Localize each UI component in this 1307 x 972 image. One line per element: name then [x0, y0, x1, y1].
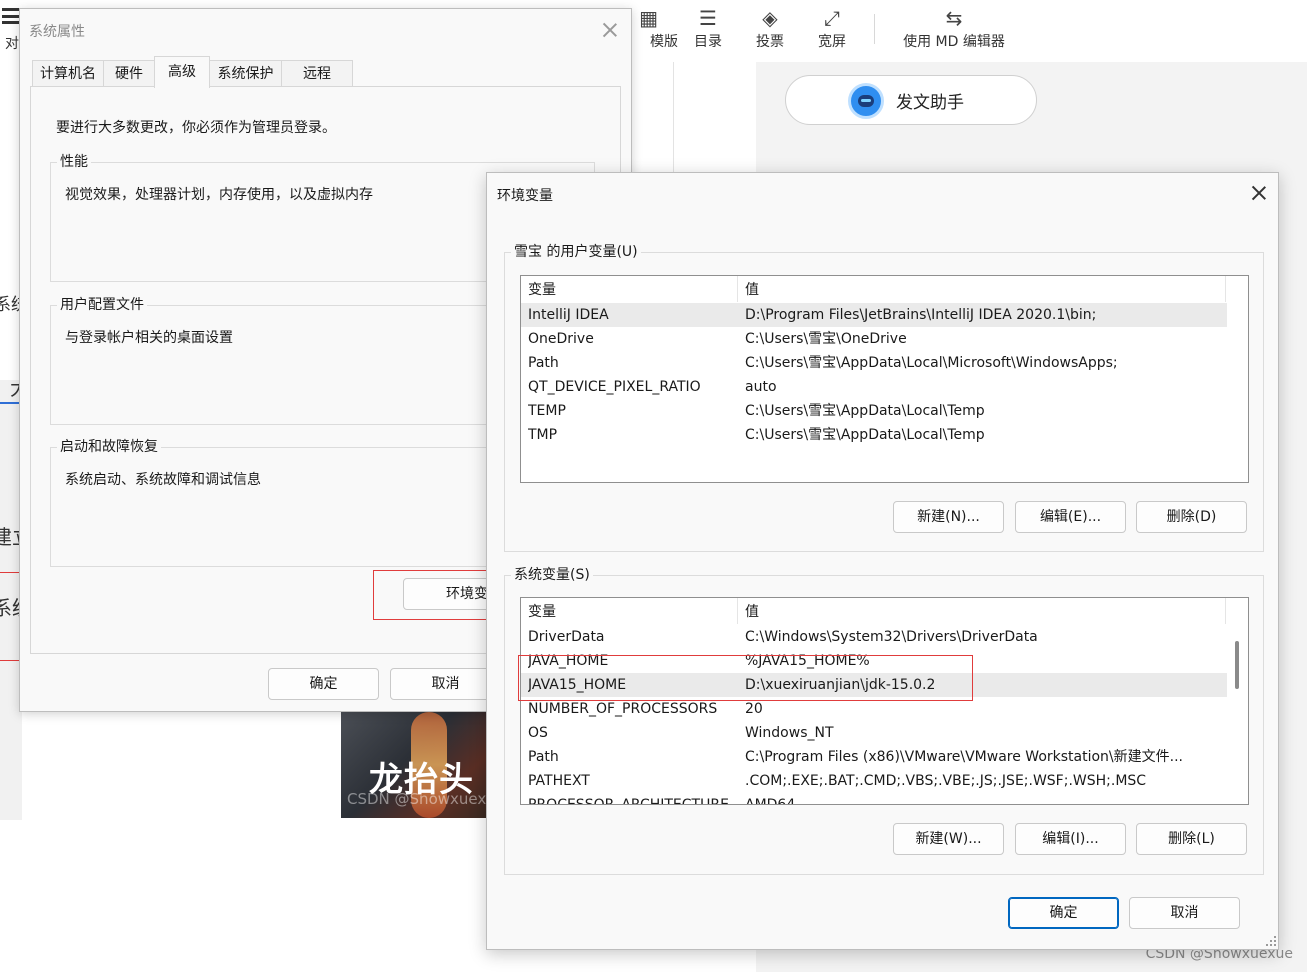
variable-name: TMP [528, 427, 558, 443]
environment-variables-window: 环境变量 雪宝 的用户变量(U) 变量 值 IntelliJ IDEA D:\Pr… [486, 172, 1279, 950]
user-edit-button[interactable]: 编辑(E)... [1015, 501, 1126, 533]
switch-editor-button[interactable]: ⇆ 使用 MD 编辑器 [896, 4, 1012, 58]
widescreen-icon: ⤢ [824, 6, 840, 30]
variable-row[interactable]: PATHEXT .COM;.EXE;.BAT;.CMD;.VBS;.VBE;.JS… [521, 769, 1227, 793]
system-delete-button[interactable]: 删除(L) [1136, 823, 1247, 855]
toolbar-separator [874, 14, 875, 44]
variable-value: C:\Program Files (x86)\VMware\VMware Wor… [745, 749, 1183, 765]
variable-row[interactable]: OS Windows_NT [521, 721, 1227, 745]
variable-name: IntelliJ IDEA [528, 307, 609, 323]
variable-name: DriverData [528, 629, 605, 645]
assistant-label: 发文助手 [896, 93, 964, 113]
variable-value: C:\Windows\System32\Drivers\DriverData [745, 629, 1038, 645]
variable-name: OneDrive [528, 331, 594, 347]
tab-advanced[interactable]: 高级 [154, 56, 210, 88]
variable-name: Path [528, 749, 559, 765]
window-title: 系统属性 [29, 24, 85, 40]
close-icon[interactable] [600, 20, 620, 40]
variable-row[interactable]: TMP C:\Users\雪宝\AppData\Local\Temp [521, 423, 1227, 447]
tab-remote[interactable]: 远程 [281, 60, 353, 87]
variable-name: Path [528, 355, 559, 371]
cancel-button[interactable]: 取消 [1129, 897, 1240, 929]
tab-system-protection[interactable]: 系统保护 [209, 60, 282, 87]
group-description: 与登录帐户相关的桌面设置 [65, 330, 233, 346]
variable-row[interactable]: IntelliJ IDEA D:\Program Files\JetBrains\… [521, 303, 1227, 327]
group-title: 用户配置文件 [57, 296, 147, 314]
user-variables-list[interactable]: 变量 值 IntelliJ IDEA D:\Program Files\JetBr… [520, 275, 1249, 483]
column-header-name[interactable]: 变量 [521, 276, 738, 302]
system-variables-list[interactable]: 变量 值 DriverData C:\Windows\System32\Drive… [520, 597, 1249, 805]
toolbar-label: 使用 MD 编辑器 [903, 34, 1005, 50]
switch-editor-icon: ⇆ [945, 6, 963, 30]
left-blue-line [0, 402, 20, 404]
variable-row[interactable]: TEMP C:\Users\雪宝\AppData\Local\Temp [521, 399, 1227, 423]
vote-icon: ◈ [762, 6, 778, 30]
toolbar-label: 目录 [694, 34, 722, 50]
tab-computer-name[interactable]: 计算机名 [32, 60, 104, 87]
group-title: 雪宝 的用户变量(U) [511, 243, 641, 261]
variable-value: .COM;.EXE;.BAT;.CMD;.VBS;.VBE;.JS;.JSE;.… [745, 773, 1147, 789]
window-title: 环境变量 [497, 188, 553, 204]
widescreen-button[interactable]: ⤢ 宽屏 [802, 4, 862, 58]
variable-row[interactable]: PROCESSOR_ARCHITECTURE AMD64 [521, 793, 1227, 805]
toolbar-label: 投票 [756, 34, 784, 50]
system-edit-button[interactable]: 编辑(I)... [1015, 823, 1126, 855]
system-new-button[interactable]: 新建(W)... [893, 823, 1004, 855]
outline-icon: ☰ [699, 6, 717, 30]
column-header-value[interactable]: 值 [738, 276, 1226, 302]
variable-value: C:\Users\雪宝\AppData\Local\Temp [745, 427, 985, 443]
variable-name: TEMP [528, 403, 566, 419]
assistant-avatar-icon [848, 83, 884, 119]
group-description: 视觉效果，处理器计划，内存使用，以及虚拟内存 [65, 187, 373, 203]
list-header: 变量 值 [521, 276, 1248, 302]
variable-value: AMD64 [745, 797, 796, 805]
variable-name: OS [528, 725, 548, 741]
variable-value: D:\Program Files\JetBrains\IntelliJ IDEA… [745, 307, 1097, 323]
variable-name: PATHEXT [528, 773, 590, 789]
variable-row[interactable]: QT_DEVICE_PIXEL_RATIO auto [521, 375, 1227, 399]
group-description: 系统启动、系统故障和调试信息 [65, 472, 261, 488]
ok-button[interactable]: 确定 [268, 668, 379, 700]
variable-value: Windows_NT [745, 725, 834, 741]
vote-button[interactable]: ◈ 投票 [740, 4, 800, 58]
red-highlight-box [518, 655, 973, 701]
resize-grip-icon[interactable] [1265, 935, 1277, 947]
user-new-button[interactable]: 新建(N)... [893, 501, 1004, 533]
tab-hardware[interactable]: 硬件 [103, 60, 155, 87]
editor-divider [673, 62, 674, 174]
variable-row[interactable]: Path C:\Program Files (x86)\VMware\VMware… [521, 745, 1227, 769]
variable-name: PROCESSOR_ARCHITECTURE [528, 797, 729, 805]
group-title: 启动和故障恢复 [57, 438, 161, 456]
variable-value: C:\Users\雪宝\AppData\Local\Microsoft\Wind… [745, 355, 1118, 371]
cover-watermark: CSDN @Snowxuexue [347, 790, 487, 808]
outline-button[interactable]: ☰ 目录 [678, 4, 738, 58]
user-delete-button[interactable]: 删除(D) [1136, 501, 1247, 533]
cancel-button[interactable]: 取消 [390, 668, 501, 700]
variable-row[interactable]: Path C:\Users\雪宝\AppData\Local\Microsoft\… [521, 351, 1227, 375]
column-header-value[interactable]: 值 [738, 598, 1226, 624]
variable-row[interactable]: OneDrive C:\Users\雪宝\OneDrive [521, 327, 1227, 351]
article-cover-image[interactable]: 龙抬头 CSDN @Snowxuexue [341, 712, 487, 818]
variable-name: QT_DEVICE_PIXEL_RATIO [528, 379, 701, 395]
close-icon[interactable] [1249, 183, 1269, 203]
left-fragment: 对 [5, 36, 19, 52]
ok-button[interactable]: 确定 [1008, 897, 1119, 929]
admin-notice: 要进行大多数更改，你必须作为管理员登录。 [56, 120, 336, 136]
left-red-line [0, 660, 20, 661]
assistant-button[interactable]: 发文助手 [785, 75, 1037, 125]
group-title: 系统变量(S) [511, 566, 593, 584]
scrollbar-thumb[interactable] [1235, 641, 1239, 689]
column-header-name[interactable]: 变量 [521, 598, 738, 624]
group-title: 性能 [57, 153, 91, 171]
variable-value: auto [745, 379, 777, 395]
toolbar-label: 宽屏 [818, 34, 846, 50]
list-header: 变量 值 [521, 598, 1248, 624]
variable-value: C:\Users\雪宝\OneDrive [745, 331, 907, 347]
variable-row[interactable]: DriverData C:\Windows\System32\Drivers\Dr… [521, 625, 1227, 649]
variable-value: C:\Users\雪宝\AppData\Local\Temp [745, 403, 985, 419]
left-red-line [0, 572, 20, 573]
